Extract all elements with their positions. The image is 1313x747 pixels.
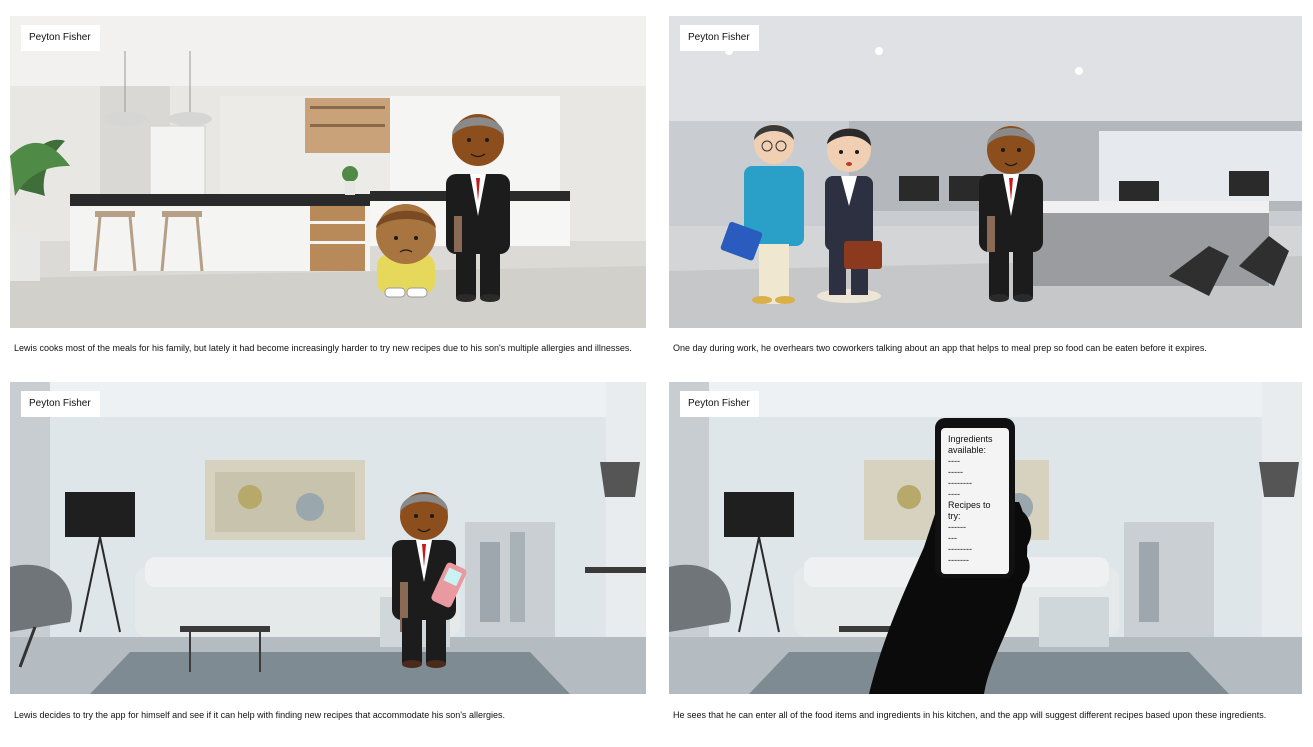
panel-living-room: Peyton Fisher	[10, 382, 646, 694]
panel-kitchen: Peyton Fisher	[10, 16, 646, 328]
phone-line: --------	[948, 478, 972, 488]
phone-line: Ingredients	[948, 434, 993, 444]
name-tag: Peyton Fisher	[680, 25, 759, 51]
panel-caption: He sees that he can enter all of the foo…	[673, 710, 1267, 720]
phone-line: try:	[948, 511, 961, 521]
phone-line: ----	[948, 456, 960, 466]
office-scene-image	[669, 16, 1302, 328]
panel-caption: One day during work, he overhears two co…	[673, 343, 1207, 353]
phone-line: -----	[948, 467, 963, 477]
phone-line: ------	[948, 522, 966, 532]
phone-line: Recipes to	[948, 500, 991, 510]
phone-line: ----	[948, 489, 960, 499]
kitchen-scene-image	[10, 16, 646, 328]
phone-screen-text: Ingredients available: ---- ----- ------…	[948, 434, 1010, 566]
name-tag: Peyton Fisher	[21, 25, 100, 51]
name-tag: Peyton Fisher	[680, 391, 759, 417]
phone-line: available:	[948, 445, 987, 455]
living-room-scene-image	[10, 382, 646, 694]
panel-caption: Lewis decides to try the app for himself…	[14, 710, 505, 720]
panel-caption: Lewis cooks most of the meals for his fa…	[14, 343, 632, 353]
phone-line: ---	[948, 533, 957, 543]
phone-line: -------	[948, 555, 969, 565]
phone-line: --------	[948, 544, 972, 554]
name-tag: Peyton Fisher	[21, 391, 100, 417]
panel-office: Peyton Fisher	[669, 16, 1302, 328]
